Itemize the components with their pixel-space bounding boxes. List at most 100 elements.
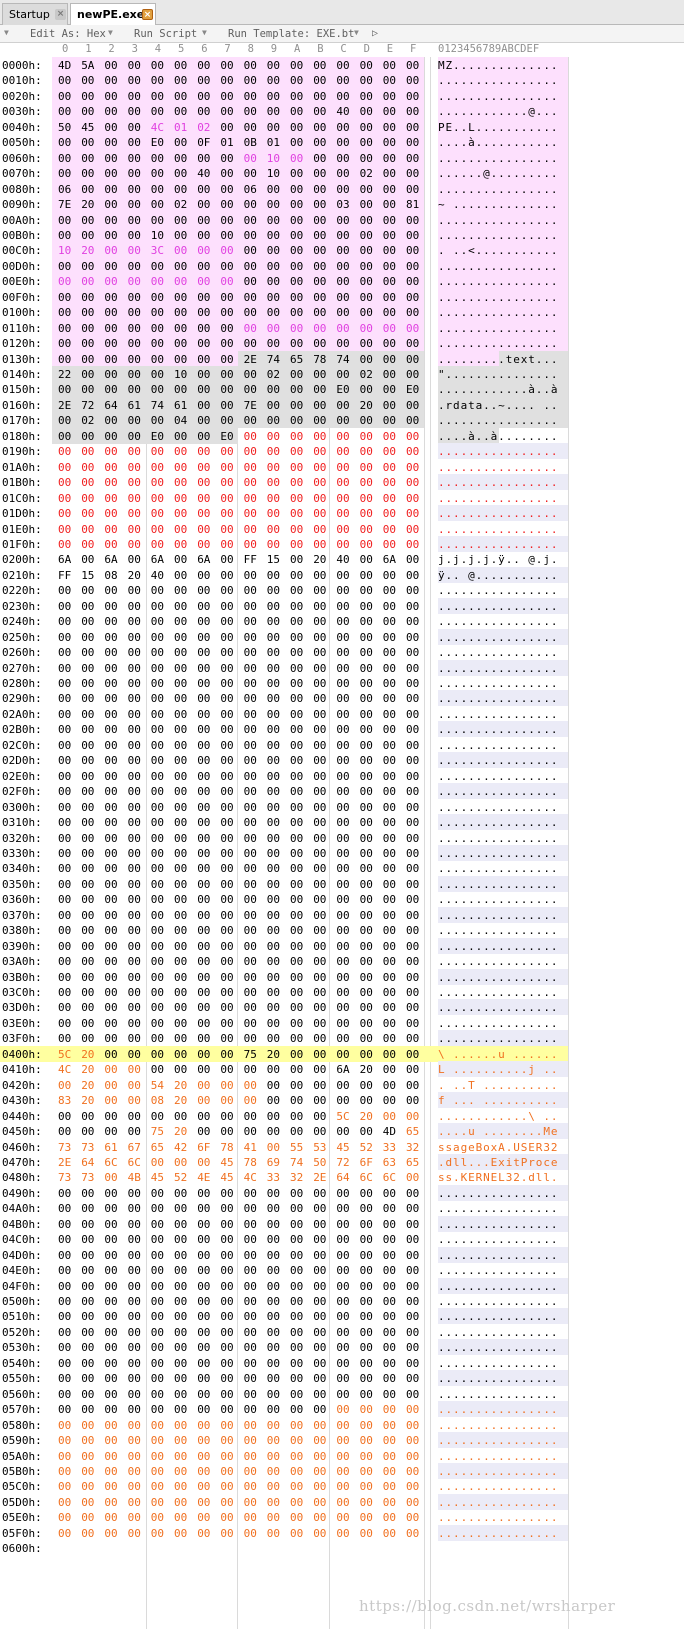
hex-byte[interactable]: 00: [406, 1233, 419, 1246]
hex-byte[interactable]: 00: [267, 1527, 280, 1540]
hex-byte[interactable]: 00: [336, 893, 349, 906]
hex-byte[interactable]: 00: [406, 924, 419, 937]
hex-byte[interactable]: 00: [104, 244, 117, 257]
hex-byte[interactable]: 00: [58, 1218, 71, 1231]
hex-byte[interactable]: 00: [267, 723, 280, 736]
hex-byte[interactable]: 45: [151, 1171, 164, 1184]
hex-byte[interactable]: 00: [336, 1326, 349, 1339]
hex-byte[interactable]: 00: [290, 260, 303, 273]
hex-byte[interactable]: 00: [360, 90, 373, 103]
hex-byte[interactable]: 6A: [197, 553, 210, 566]
hex-row[interactable]: 0530h: 00 00 00 00 00 00 00 00 00 00 00 00 00 00 00 00..…: [0, 1339, 684, 1356]
hex-byte[interactable]: 00: [220, 260, 233, 273]
hex-byte[interactable]: 00: [290, 1233, 303, 1246]
hex-byte[interactable]: 72: [81, 399, 94, 412]
hex-byte[interactable]: 00: [313, 260, 326, 273]
hex-byte[interactable]: 00: [220, 971, 233, 984]
hex-byte[interactable]: 00: [174, 631, 187, 644]
hex-byte[interactable]: 00: [290, 801, 303, 814]
hex-byte[interactable]: 6A: [58, 553, 71, 566]
ascii-text[interactable]: ssageBoxA.USER32: [438, 1141, 558, 1154]
hex-byte[interactable]: 00: [383, 1264, 396, 1277]
hex-byte[interactable]: E0: [151, 136, 164, 149]
hex-byte[interactable]: 00: [58, 677, 71, 690]
hex-byte[interactable]: 00: [174, 59, 187, 72]
hex-row[interactable]: 0030h: 00 00 00 00 00 00 00 00 00 00 00 00 40 00 00 00..…: [0, 103, 684, 120]
hex-row[interactable]: 0320h: 00 00 00 00 00 00 00 00 00 00 00 00 00 00 00 00..…: [0, 830, 684, 846]
ascii-text[interactable]: ................: [438, 971, 558, 984]
hex-byte[interactable]: 00: [244, 214, 257, 227]
hex-byte[interactable]: 00: [58, 909, 71, 922]
hex-byte[interactable]: 00: [244, 832, 257, 845]
hex-byte[interactable]: 52: [174, 1171, 187, 1184]
hex-byte[interactable]: 00: [151, 801, 164, 814]
hex-byte[interactable]: 00: [383, 832, 396, 845]
hex-byte[interactable]: 00: [81, 1450, 94, 1463]
hex-byte[interactable]: 00: [313, 816, 326, 829]
hex-byte[interactable]: 00: [81, 1403, 94, 1416]
hex-byte[interactable]: 4D: [58, 59, 71, 72]
ascii-text[interactable]: ................: [438, 461, 558, 474]
hex-byte[interactable]: 00: [244, 723, 257, 736]
ascii-text[interactable]: ....u ........Me: [438, 1125, 558, 1138]
hex-byte[interactable]: 00: [244, 1527, 257, 1540]
hex-byte[interactable]: 00: [151, 507, 164, 520]
hex-byte[interactable]: 00: [104, 353, 117, 366]
hex-byte[interactable]: 00: [383, 708, 396, 721]
hex-byte[interactable]: 00: [151, 1264, 164, 1277]
hex-byte[interactable]: 00: [58, 1310, 71, 1323]
hex-byte[interactable]: 00: [197, 59, 210, 72]
hex-byte[interactable]: 00: [104, 1079, 117, 1092]
hex-byte[interactable]: 00: [104, 754, 117, 767]
hex-byte[interactable]: 00: [290, 723, 303, 736]
hex-byte[interactable]: 00: [58, 1496, 71, 1509]
hex-byte[interactable]: 00: [313, 368, 326, 381]
ascii-text[interactable]: ................: [438, 1403, 558, 1416]
hex-row[interactable]: 04D0h: 00 00 00 00 00 00 00 00 00 00 00 00 00 00 00 00..…: [0, 1246, 684, 1263]
hex-byte[interactable]: 00: [58, 1419, 71, 1432]
hex-row[interactable]: 01C0h: 00 00 00 00 00 00 00 00 00 00 00 00 00 00 00 00..…: [0, 490, 684, 506]
hex-byte[interactable]: 00: [244, 1202, 257, 1215]
hex-row[interactable]: 0580h: 00 00 00 00 00 00 00 00 00 00 00 00 00 00 00 00..…: [0, 1417, 684, 1433]
hex-byte[interactable]: 00: [58, 1511, 71, 1524]
hex-byte[interactable]: 00: [244, 1063, 257, 1076]
hex-byte[interactable]: 00: [197, 353, 210, 366]
hex-byte[interactable]: 00: [360, 1419, 373, 1432]
hex-byte[interactable]: 00: [58, 414, 71, 427]
hex-byte[interactable]: 00: [313, 739, 326, 752]
hex-byte[interactable]: 00: [406, 677, 419, 690]
hex-byte[interactable]: 00: [174, 445, 187, 458]
hex-byte[interactable]: 00: [360, 383, 373, 396]
hex-byte[interactable]: 00: [383, 1063, 396, 1076]
hex-byte[interactable]: 00: [104, 646, 117, 659]
hex-byte[interactable]: 00: [313, 1341, 326, 1354]
ascii-text[interactable]: ................: [438, 1480, 558, 1493]
hex-byte[interactable]: 00: [290, 971, 303, 984]
hex-byte[interactable]: 00: [360, 847, 373, 860]
hex-byte[interactable]: 00: [81, 1218, 94, 1231]
hex-byte[interactable]: 63: [383, 1156, 396, 1169]
hex-byte[interactable]: 00: [197, 1450, 210, 1463]
hex-byte[interactable]: 6F: [197, 1141, 210, 1154]
hex-byte[interactable]: 00: [406, 244, 419, 257]
hex-byte[interactable]: 00: [58, 723, 71, 736]
hex-byte[interactable]: 00: [406, 816, 419, 829]
hex-byte[interactable]: 00: [336, 631, 349, 644]
hex-byte[interactable]: 00: [360, 1450, 373, 1463]
hex-byte[interactable]: 00: [406, 1295, 419, 1308]
hex-byte[interactable]: 00: [267, 1450, 280, 1463]
hex-byte[interactable]: 00: [290, 785, 303, 798]
ascii-text[interactable]: ................: [438, 1017, 558, 1030]
hex-byte[interactable]: 00: [290, 1403, 303, 1416]
hex-byte[interactable]: 0B: [244, 136, 257, 149]
ascii-text[interactable]: f ... ..........: [438, 1094, 558, 1107]
hex-byte[interactable]: 00: [336, 692, 349, 705]
hex-byte[interactable]: 00: [383, 322, 396, 335]
hex-byte[interactable]: 00: [197, 754, 210, 767]
hex-byte[interactable]: 00: [104, 1063, 117, 1076]
hex-byte[interactable]: 00: [360, 832, 373, 845]
hex-byte[interactable]: 7E: [58, 198, 71, 211]
hex-byte[interactable]: 00: [128, 1094, 141, 1107]
hex-byte[interactable]: 6A: [383, 553, 396, 566]
hex-byte[interactable]: 00: [313, 1187, 326, 1200]
